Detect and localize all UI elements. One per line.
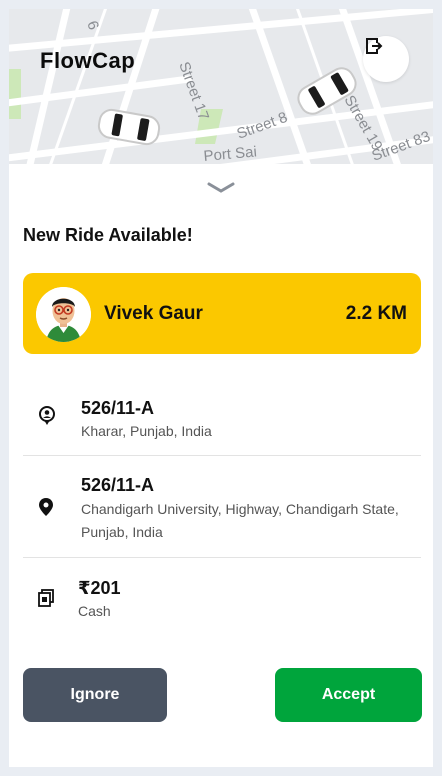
section-title: New Ride Available! [23,225,193,245]
ride-request-screen: Street 17 Street 8 Street 19 Street 83 P… [9,9,433,767]
chevron-down-icon[interactable] [207,181,235,195]
map-streets: Street 17 Street 8 Street 19 Street 83 P… [9,9,433,164]
location-pin-icon [39,498,53,516]
payment-method: Cash [78,603,111,619]
logout-icon [366,38,383,54]
rider-name: Vivek Gaur [104,303,203,324]
rider-distance: 2.2 KM [345,303,407,324]
divider [23,455,421,456]
cash-icon [38,589,54,607]
logout-button[interactable] [363,36,409,82]
dropoff-title: 526/11-A [81,475,155,495]
rider-card[interactable]: Vivek Gaur 2.2 KM [23,273,421,354]
map-label: Port Sai [203,143,258,164]
map-view[interactable]: Street 17 Street 8 Street 19 Street 83 P… [9,9,433,164]
pickup-title: 526/11-A [81,398,155,418]
app-brand: FlowCap [40,48,136,73]
pickup-location[interactable]: 526/11-A Kharar, Punjab, India [23,394,421,454]
accept-button[interactable]: Accept [275,668,422,722]
pickup-address: Kharar, Punjab, India [81,423,212,439]
dropoff-location[interactable]: 526/11-A Chandigarh University, Highway,… [23,472,421,552]
fare-info: ₹201 Cash [23,574,421,629]
person-pin-icon [39,406,55,425]
ignore-button[interactable]: Ignore [23,668,167,722]
divider [23,557,421,558]
dropoff-address: Chandigarh University, Highway, Chandiga… [81,501,399,540]
rider-avatar [36,287,91,342]
fare-amount: ₹201 [78,578,121,598]
